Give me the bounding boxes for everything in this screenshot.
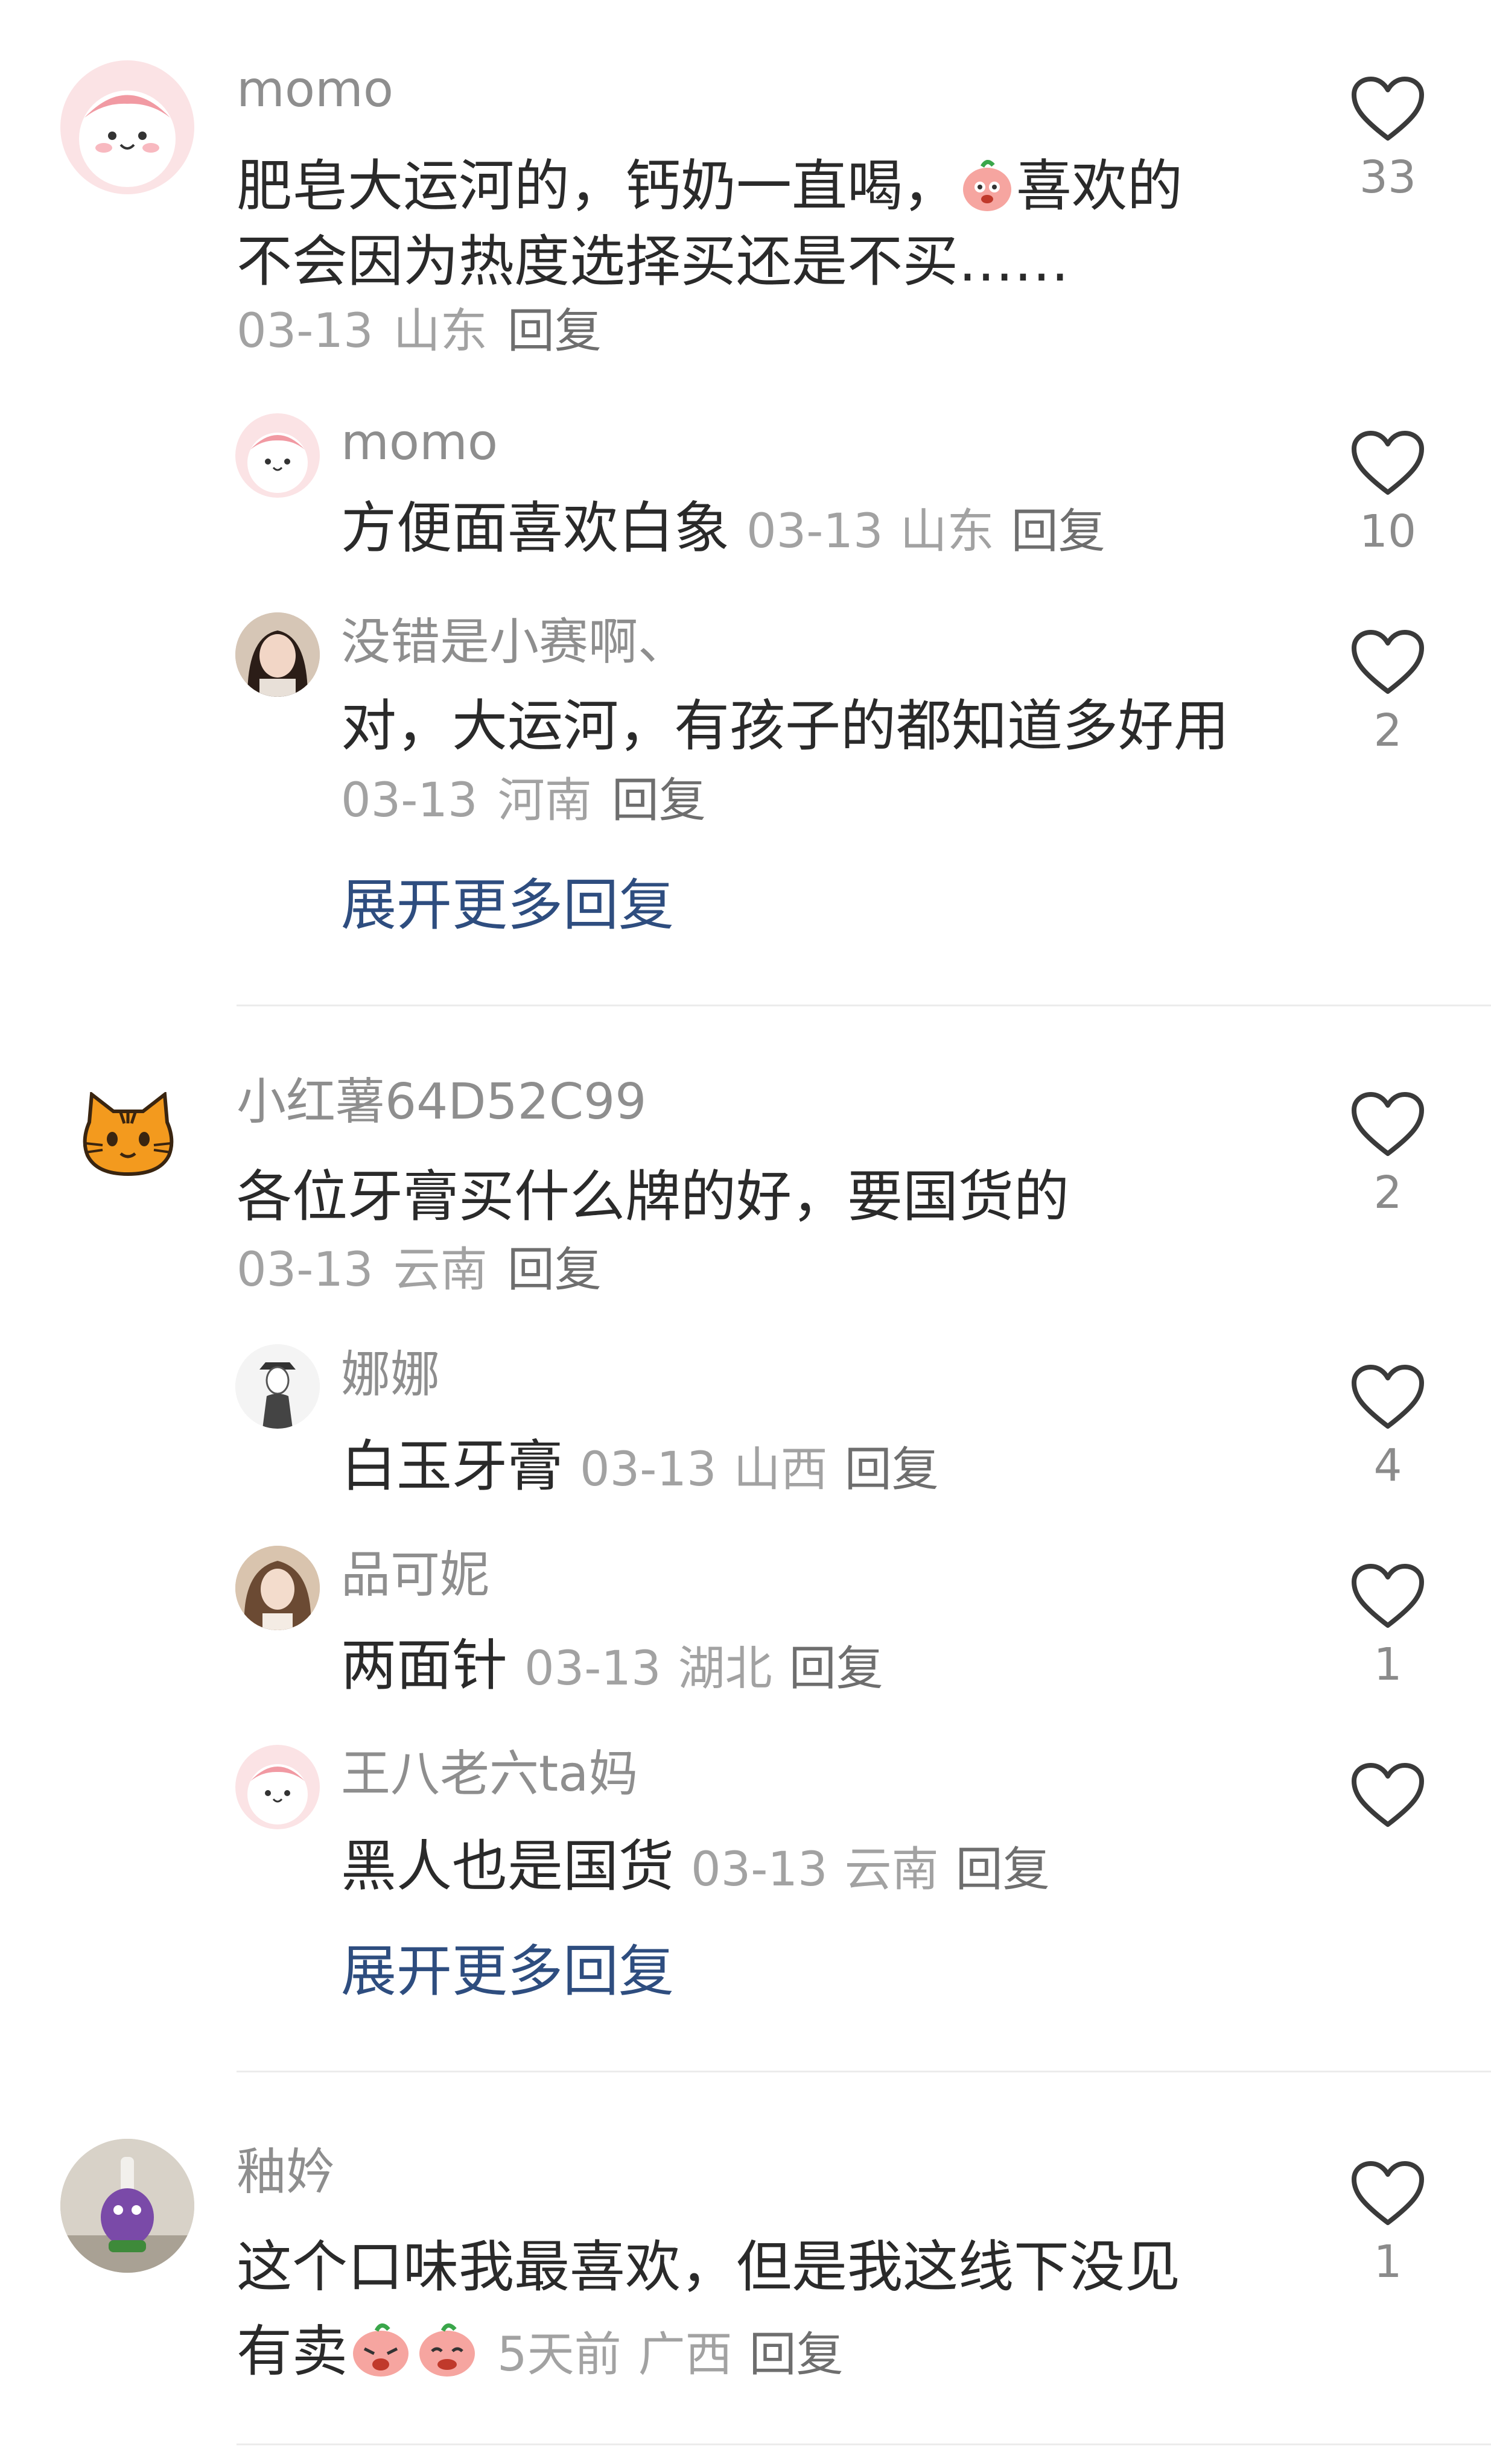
reply-date: 03-13 [524, 1642, 661, 1696]
heart-outline-icon [1352, 77, 1424, 141]
avatar[interactable] [60, 2139, 194, 2273]
like-button[interactable]: 1 [1346, 2160, 1430, 2284]
comment-meta: 03-13 云南 回复 [237, 1246, 602, 1294]
username[interactable]: 小红薯64D52C99 [237, 1078, 646, 1127]
avatar[interactable] [78, 1092, 178, 1176]
reply-date: 03-13 [746, 504, 883, 559]
reply-button[interactable]: 回复 [789, 1645, 883, 1692]
heart-outline-icon [1352, 431, 1424, 495]
reply-text: 黑人也是国货 [341, 1834, 675, 1899]
reply-location: 山东 [900, 504, 994, 559]
reply-location: 湖北 [678, 1642, 772, 1696]
reply-text: 方便面喜欢白象 [341, 496, 730, 560]
comment-text: 各位牙膏买什么牌的好，要国货的 [237, 1164, 1070, 1229]
like-button[interactable] [1346, 1762, 1430, 1829]
reply-button[interactable]: 回复 [956, 1846, 1050, 1893]
reply-button[interactable]: 回复 [845, 1446, 939, 1493]
comment-meta: 03-13 山东 回复 [237, 308, 602, 355]
peach-emoji-icon [958, 156, 1016, 223]
reply-location: 山西 [733, 1443, 828, 1497]
reply-date: 03-13 [691, 1843, 828, 1897]
reply-text: 白玉牙膏 [341, 1434, 564, 1499]
reply-button[interactable]: 回复 [749, 2331, 844, 2378]
like-count: 1 [1373, 2236, 1402, 2288]
username[interactable]: 王八老六ta妈 [341, 1750, 638, 1799]
comment-text-line1: 这个口味我最喜欢，但是我这线下没见 [237, 2235, 1181, 2299]
comment-time: 5天前 [497, 2328, 622, 2382]
like-button[interactable]: 10 [1346, 430, 1430, 554]
like-button[interactable]: 2 [1346, 629, 1430, 753]
avatar[interactable] [235, 612, 320, 697]
like-button[interactable]: 1 [1346, 1563, 1430, 1687]
like-count: 2 [1373, 705, 1402, 757]
like-count: 1 [1373, 1639, 1402, 1691]
like-button[interactable]: 4 [1346, 1364, 1430, 1488]
sketch-girl-avatar [235, 1344, 320, 1429]
comment-text-part: 喜欢的 [1016, 154, 1183, 218]
comment-text-line2-row: 有卖 5天前 广西 回复 [237, 2319, 844, 2388]
heart-outline-icon [1352, 1564, 1424, 1628]
reply-button[interactable]: 回复 [1011, 508, 1105, 555]
reply-button[interactable]: 回复 [507, 308, 602, 355]
divider [237, 2071, 1491, 2072]
peach-emoji-icon [414, 2319, 480, 2388]
avatar[interactable] [235, 1344, 320, 1429]
username[interactable]: 没错是小赛啊、 [341, 618, 687, 667]
comment-text-line2: 不会因为热度选择买还是不买…… [237, 229, 1070, 294]
like-count: 10 [1359, 506, 1417, 557]
like-button[interactable]: 33 [1346, 75, 1430, 200]
username[interactable]: 品可妮 [341, 1551, 489, 1600]
avatar[interactable] [60, 60, 194, 194]
reply-text-row: 方便面喜欢白象 03-13 山东 回复 [341, 501, 1105, 556]
avatar[interactable] [235, 413, 320, 498]
pink-bun-avatar [247, 1764, 308, 1824]
comment-text: 肥皂大运河的，钙奶一直喝， 喜欢的 [237, 156, 1183, 223]
heart-outline-icon [1352, 630, 1424, 694]
reply-meta: 03-13 河南 回复 [341, 777, 706, 824]
heart-outline-icon [1352, 1092, 1424, 1156]
like-button[interactable]: 2 [1346, 1091, 1430, 1215]
heart-outline-icon [1352, 2161, 1424, 2225]
divider [237, 1005, 1491, 1006]
reply-location: 河南 [497, 773, 592, 828]
curly-hair-girl-avatar [235, 1546, 320, 1630]
reply-text-row: 黑人也是国货 03-13 云南 回复 [341, 1839, 1050, 1894]
orange-cat-avatar [83, 1092, 174, 1176]
heart-outline-icon [1352, 1763, 1424, 1827]
reply-text: 两面针 [341, 1633, 508, 1698]
username[interactable]: 釉妗 [237, 2148, 335, 2197]
expand-more-replies-link[interactable]: 展开更多回复 [341, 1944, 674, 1999]
reply-text-row: 两面针 03-13 湖北 回复 [341, 1638, 883, 1694]
like-count: 33 [1359, 151, 1417, 203]
avatar[interactable] [235, 1546, 320, 1630]
peach-emoji-icon [348, 2319, 414, 2388]
comment-text-part: 肥皂大运河的，钙奶一直喝， [237, 154, 959, 218]
reply-date: 03-13 [341, 773, 478, 828]
reply-button[interactable]: 回复 [507, 1246, 602, 1294]
comment-date: 03-13 [237, 304, 374, 358]
avatar[interactable] [235, 1745, 320, 1829]
like-count: 2 [1373, 1167, 1402, 1219]
comment-location: 云南 [393, 1243, 488, 1297]
reply-date: 03-13 [580, 1443, 717, 1497]
comment-date: 03-13 [237, 1243, 374, 1297]
username[interactable]: momo [237, 65, 393, 115]
comment-text-line2: 有卖 [237, 2319, 348, 2384]
heart-outline-icon [1352, 1365, 1424, 1429]
reply-location: 云南 [844, 1843, 939, 1897]
divider [237, 2443, 1491, 2445]
username[interactable]: 娜娜 [341, 1350, 440, 1400]
like-count: 4 [1373, 1440, 1402, 1491]
purple-doll-avatar [60, 2139, 194, 2273]
reply-button[interactable]: 回复 [612, 777, 706, 824]
username[interactable]: momo [341, 418, 498, 468]
expand-more-replies-link[interactable]: 展开更多回复 [341, 878, 674, 933]
comment-location: 山东 [393, 304, 488, 358]
reply-text-row: 白玉牙膏 03-13 山西 回复 [341, 1439, 939, 1494]
comment-location: 广西 [638, 2328, 733, 2382]
reply-text: 对，大运河，有孩子的都知道多好用 [341, 694, 1230, 758]
